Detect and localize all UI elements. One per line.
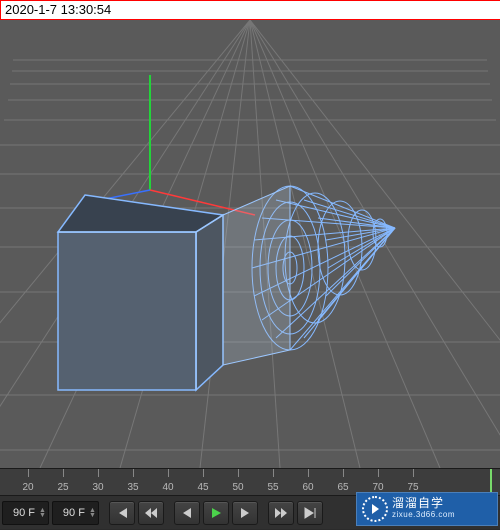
frame-start-value: 90 F: [5, 507, 37, 519]
timestamp-bar: 2020-1-7 13:30:54: [0, 0, 500, 20]
stepper-arrows-icon[interactable]: ▲▼: [39, 508, 46, 518]
next-key-button[interactable]: [268, 501, 294, 525]
frame-end-value: 90 F: [55, 507, 87, 519]
tick-label: 30: [92, 482, 103, 493]
timestamp-text: 2020-1-7 13:30:54: [5, 2, 111, 17]
go-last-button[interactable]: [297, 501, 323, 525]
prev-key-button[interactable]: [138, 501, 164, 525]
tick-label: 55: [267, 482, 278, 493]
frame-start-field[interactable]: 90 F ▲▼: [2, 501, 49, 525]
stepper-arrows-icon[interactable]: ▲▼: [89, 508, 96, 518]
tick-label: 65: [337, 482, 348, 493]
tick-label: 45: [197, 482, 208, 493]
tick-label: 25: [57, 482, 68, 493]
cone-object[interactable]: [223, 186, 395, 365]
watermark-url: zixue.3d66.com: [392, 509, 455, 521]
watermark-title: 溜溜自学: [392, 497, 455, 509]
cube-object[interactable]: [58, 195, 223, 390]
play-button[interactable]: [203, 501, 229, 525]
go-first-button[interactable]: [109, 501, 135, 525]
step-back-button[interactable]: [174, 501, 200, 525]
step-fwd-button[interactable]: [232, 501, 258, 525]
frame-end-field[interactable]: 90 F ▲▼: [52, 501, 99, 525]
viewport-3d[interactable]: [0, 20, 500, 468]
tick-label: 35: [127, 482, 138, 493]
play-circle-icon: [362, 496, 388, 522]
tick-label: 40: [162, 482, 173, 493]
tick-label: 20: [22, 482, 33, 493]
watermark-badge: 溜溜自学 zixue.3d66.com: [356, 492, 498, 526]
viewport-scene: [0, 20, 500, 468]
tick-label: 60: [302, 482, 313, 493]
tick-label: 50: [232, 482, 243, 493]
